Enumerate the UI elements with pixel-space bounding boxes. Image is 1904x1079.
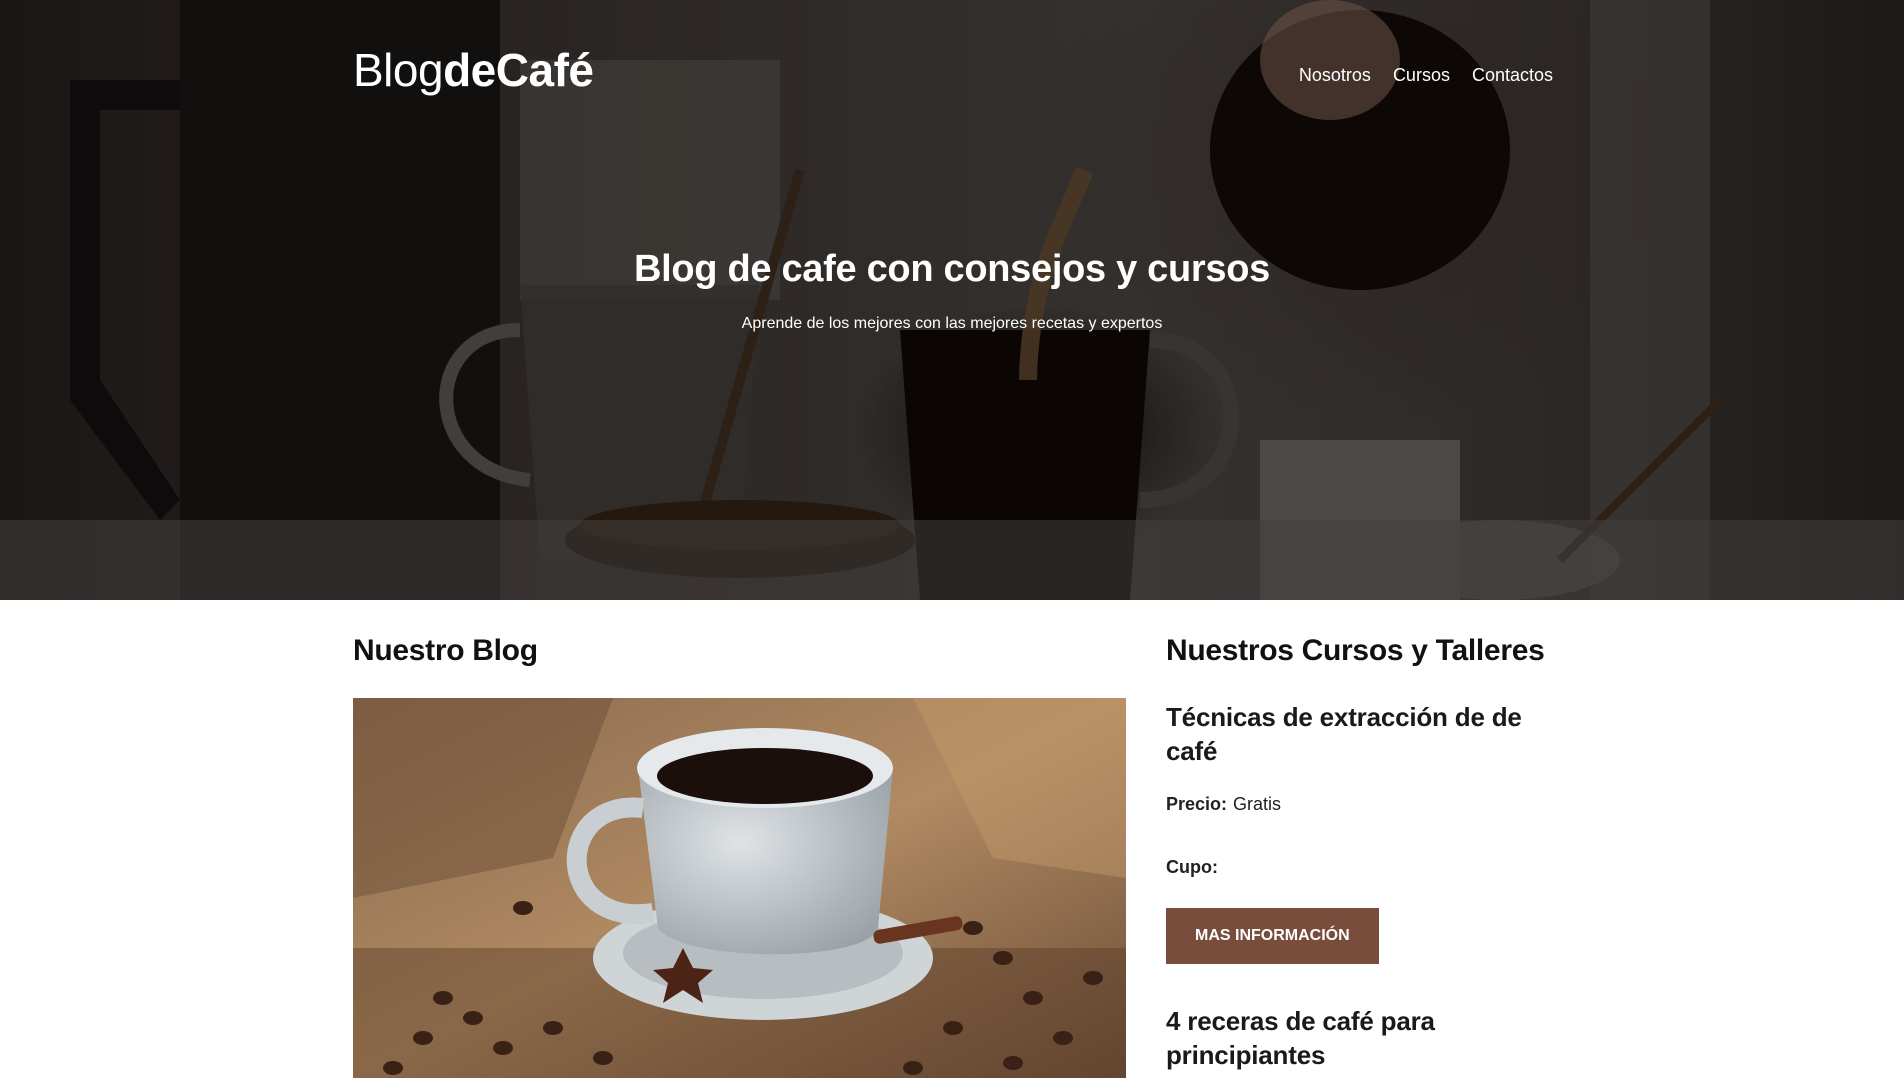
- logo-text-light: Blog: [353, 44, 444, 96]
- hero-text: Blog de cafe con consejos y cursos Apren…: [0, 248, 1904, 333]
- blog-heading: Nuestro Blog: [353, 634, 538, 667]
- course-price: Precio: Gratis: [1166, 794, 1553, 815]
- courses-section: Nuestros Cursos y Talleres Técnicas de e…: [1166, 600, 1553, 1072]
- course-card: Técnicas de extracción de de café Precio…: [1166, 700, 1553, 964]
- blog-section: Nuestro Blog: [353, 600, 1126, 1078]
- logo-text-bold: deCafé: [443, 44, 594, 96]
- courses-heading: Nuestros Cursos y Talleres: [1166, 634, 1545, 667]
- hero-subtitle: Aprende de los mejores con las mejores r…: [741, 315, 1163, 332]
- nav-link-contactos[interactable]: Contactos: [1472, 65, 1553, 86]
- nav-link-cursos[interactable]: Cursos: [1393, 65, 1450, 86]
- site-header: BlogdeCafé Nosotros Cursos Contactos: [353, 40, 1553, 100]
- course-title: 4 receras de café para principiantes: [1166, 1006, 1435, 1070]
- quota-label: Cupo:: [1166, 857, 1218, 877]
- main-content: Nuestro Blog Nuestros Cursos y Talleres …: [353, 600, 1553, 1079]
- course-card: 4 receras de café para principiantes: [1166, 1004, 1553, 1072]
- course-title: Técnicas de extracción de de café: [1166, 702, 1522, 766]
- course-quota: Cupo:: [1166, 857, 1553, 878]
- hero-banner: BlogdeCafé Nosotros Cursos Contactos Blo…: [0, 0, 1904, 600]
- hero-title: Blog de cafe con consejos y cursos: [633, 248, 1270, 290]
- coffee-cup-image[interactable]: [353, 698, 1126, 1078]
- price-label: Precio:: [1166, 794, 1228, 814]
- site-logo[interactable]: BlogdeCafé: [353, 43, 594, 97]
- nav-link-nosotros[interactable]: Nosotros: [1299, 65, 1371, 86]
- more-info-button[interactable]: MAS INFORMACIÓN: [1166, 908, 1379, 964]
- main-nav: Nosotros Cursos Contactos: [1299, 65, 1553, 86]
- price-value: Gratis: [1233, 794, 1282, 814]
